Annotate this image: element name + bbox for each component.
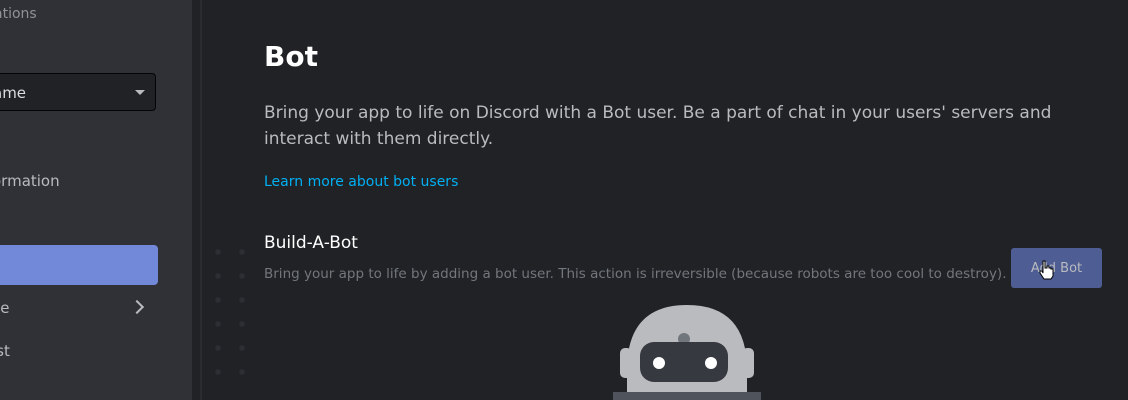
sidebar-item-label: ormation xyxy=(0,172,60,190)
build-a-bot-description: Bring your app to life by adding a bot u… xyxy=(264,266,1007,282)
build-a-bot-title: Build-A-Bot xyxy=(264,233,358,253)
robot-illustration xyxy=(613,305,761,400)
add-bot-button[interactable]: Add Bot xyxy=(1011,248,1102,288)
sidebar-item-rich-presence[interactable]: ce xyxy=(0,289,158,329)
page-title: Bot xyxy=(264,40,318,73)
page-description: Bring your app to life on Discord with a… xyxy=(264,103,1052,149)
chevron-down-icon xyxy=(135,90,145,95)
decorative-dots xyxy=(206,240,262,390)
sidebar-item-whitelist[interactable]: ist xyxy=(0,332,158,372)
application-select-value: ame xyxy=(0,84,27,102)
sidebar-item-label: ist xyxy=(0,342,10,360)
sidebar-item-label: ce xyxy=(0,299,10,317)
sidebar-heading: ations xyxy=(0,6,37,22)
sidebar-divider xyxy=(192,0,202,400)
sidebar: ations ame ormation ce ist xyxy=(0,0,192,400)
learn-more-link[interactable]: Learn more about bot users xyxy=(264,174,458,190)
chevron-right-icon xyxy=(129,299,145,315)
hand-cursor-icon xyxy=(1039,260,1054,280)
main-content: Bot Bring your app to life on Discord wi… xyxy=(202,0,1128,400)
sidebar-item-general-information[interactable]: ormation xyxy=(0,162,158,202)
sidebar-item-bot[interactable] xyxy=(0,245,158,285)
application-select[interactable]: ame xyxy=(0,73,156,111)
